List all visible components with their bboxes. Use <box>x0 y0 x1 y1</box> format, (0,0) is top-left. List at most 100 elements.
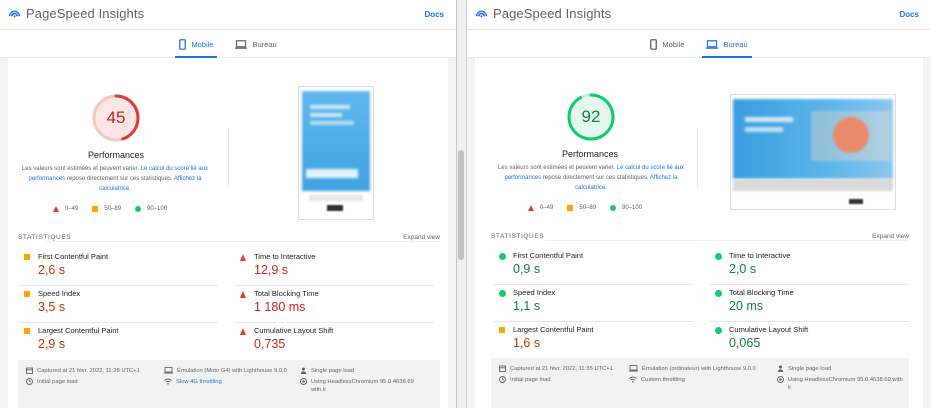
browser-text-a: Using HeadlessChromium 95.0.4638.69 <box>311 379 414 385</box>
metric-status-icon <box>715 290 722 297</box>
average-status-icon <box>499 327 505 333</box>
single-load-info: Single page load <box>777 365 831 373</box>
metric-value: 20 ms <box>729 299 764 313</box>
stats-title: STATISTIQUES <box>491 233 545 240</box>
calculator-link-b: calculatrice. <box>575 185 607 191</box>
metric-speed-index: Speed Index 3,5 s <box>24 289 214 325</box>
initial-load-text: Initial page load <box>37 379 78 385</box>
performance-score-gauge: 92 <box>566 92 616 142</box>
average-status-icon <box>24 291 30 297</box>
pass-status-icon <box>715 327 722 334</box>
calendar-icon <box>499 365 506 372</box>
laptop-icon <box>235 39 248 49</box>
captured-text: Captured at 21 févr. 2022, 11:35 UTC+1 <box>510 366 613 372</box>
metric-largest-contentful-paint: Largest Contentful Paint 1,6 s <box>499 325 689 361</box>
legend-pass-label: 90–100 <box>147 206 168 212</box>
legend-pass: 90–100 <box>610 205 642 211</box>
metric-status-icon <box>240 291 246 298</box>
report-content: 45 Performances Les valeurs sont estimée… <box>8 58 448 408</box>
browser-info: Using HeadlessChromium 95.0.4638.69 with … <box>300 378 440 394</box>
metric-value: 2,0 s <box>729 262 757 276</box>
captured-text: Captured at 21 févr. 2022, 11:28 UTC+1 <box>37 368 140 374</box>
captured-info: Captured at 21 févr. 2022, 11:35 UTC+1 <box>499 365 613 373</box>
metric-value: 12,9 s <box>254 263 289 277</box>
calculator-link-a: Affichez la <box>173 176 202 182</box>
average-status-icon <box>24 328 30 334</box>
metric-status-icon <box>499 327 505 333</box>
tab-mobile[interactable]: Mobile <box>646 30 688 58</box>
desc-text-2: repose directement sur ces statistiques. <box>65 176 174 182</box>
header-bar: PageSpeed Insights Docs <box>467 0 931 30</box>
throttling-info: Slow 4G throttling <box>164 378 222 386</box>
average-status-icon <box>24 254 30 260</box>
metric-divider <box>234 285 434 286</box>
metric-largest-contentful-paint: Largest Contentful Paint 2,9 s <box>24 326 214 362</box>
metric-status-icon <box>240 254 246 261</box>
metric-divider <box>18 322 218 323</box>
average-square-icon <box>567 205 574 211</box>
device-tabs: Mobile Bureau <box>0 30 456 58</box>
metric-first-contentful-paint: First Contentful Paint 2,6 s <box>24 252 214 288</box>
metric-status-icon <box>715 327 722 334</box>
metric-value: 3,5 s <box>38 300 66 314</box>
metric-label: Total Blocking Time <box>729 288 794 297</box>
browser-text: Using HeadlessChromium 95.0.4638.69 with … <box>311 378 414 394</box>
stats-divider <box>46 241 440 242</box>
legend-average-label: 50–89 <box>104 206 122 212</box>
brand[interactable]: PageSpeed Insights <box>475 6 611 21</box>
initial-load-info: Initial page load <box>499 376 551 384</box>
header-bar: PageSpeed Insights Docs <box>0 0 456 30</box>
score-calc-link-b: performances <box>28 176 66 182</box>
metric-total-blocking-time: Total Blocking Time 20 ms <box>715 288 905 324</box>
fail-status-icon <box>240 254 246 261</box>
desc-text-2: repose directement sur ces statistiques. <box>541 175 650 181</box>
tab-desktop[interactable]: Bureau <box>702 30 752 58</box>
divider <box>228 128 229 188</box>
legend-pass-label: 90–100 <box>622 205 643 211</box>
phone-icon <box>650 38 658 50</box>
legend-average: 50–89 <box>92 206 121 212</box>
metric-label: First Contentful Paint <box>38 252 109 261</box>
tab-mobile[interactable]: Mobile <box>175 30 218 58</box>
tab-mobile-label: Mobile <box>191 39 214 49</box>
metric-divider <box>234 322 434 323</box>
browser-text-a: Using HeadlessChromium 95.0.4638.69 with <box>788 377 903 383</box>
emulation-info: Émulation (ordinateur) with Lighthouse 9… <box>629 365 756 373</box>
mobile-page-screenshot <box>298 86 374 220</box>
expand-view-button[interactable]: Expand view <box>403 234 440 241</box>
metric-label: Time to Interactive <box>254 252 316 261</box>
performance-description: Les valeurs sont estimées et peuvent var… <box>493 163 689 193</box>
score-value: 92 <box>581 107 601 126</box>
emulation-text: Émulation (ordinateur) with Lighthouse 9… <box>642 366 756 372</box>
metric-label: Cumulative Layout Shift <box>254 326 334 335</box>
docs-link[interactable]: Docs <box>899 10 919 19</box>
performance-score-gauge: 45 <box>91 93 141 143</box>
scrollbar-thumb[interactable] <box>458 150 464 260</box>
initial-load-text: Initial page load <box>510 377 551 383</box>
score-legend: 0–49 50–89 90–100 <box>528 205 642 211</box>
brand[interactable]: PageSpeed Insights <box>8 6 144 21</box>
brand-title: PageSpeed Insights <box>493 6 612 21</box>
pass-status-icon <box>715 290 722 297</box>
metric-status-icon <box>715 253 722 260</box>
run-info-footer: Captured at 21 févr. 2022, 11:28 UTC+1 I… <box>18 360 440 408</box>
metric-label: Total Blocking Time <box>254 289 319 298</box>
desktop-page-screenshot <box>730 94 896 210</box>
expand-view-button[interactable]: Expand view <box>872 233 909 240</box>
score-calc-link-a: Le calcul du score lié aux <box>616 165 685 171</box>
legend-fail-label: 0–49 <box>65 206 79 212</box>
emulation-info: Émulation (Moto G4) with Lighthouse 9.0.… <box>164 367 287 375</box>
device-tabs: Mobile Bureau <box>467 30 931 58</box>
metric-value: 1 180 ms <box>254 300 306 314</box>
pass-circle-icon <box>135 206 142 212</box>
metric-status-icon <box>24 328 30 334</box>
tab-desktop[interactable]: Bureau <box>231 30 280 58</box>
wifi-icon <box>629 376 637 383</box>
run-info-footer: Captured at 21 févr. 2022, 11:35 UTC+1 I… <box>491 358 909 408</box>
legend-fail: 0–49 <box>53 206 78 212</box>
chromium-icon <box>300 378 307 385</box>
phone-icon <box>179 38 187 50</box>
docs-link[interactable]: Docs <box>424 10 444 19</box>
score-legend: 0–49 50–89 90–100 <box>53 206 167 212</box>
metric-speed-index: Speed Index 1,1 s <box>499 288 689 324</box>
